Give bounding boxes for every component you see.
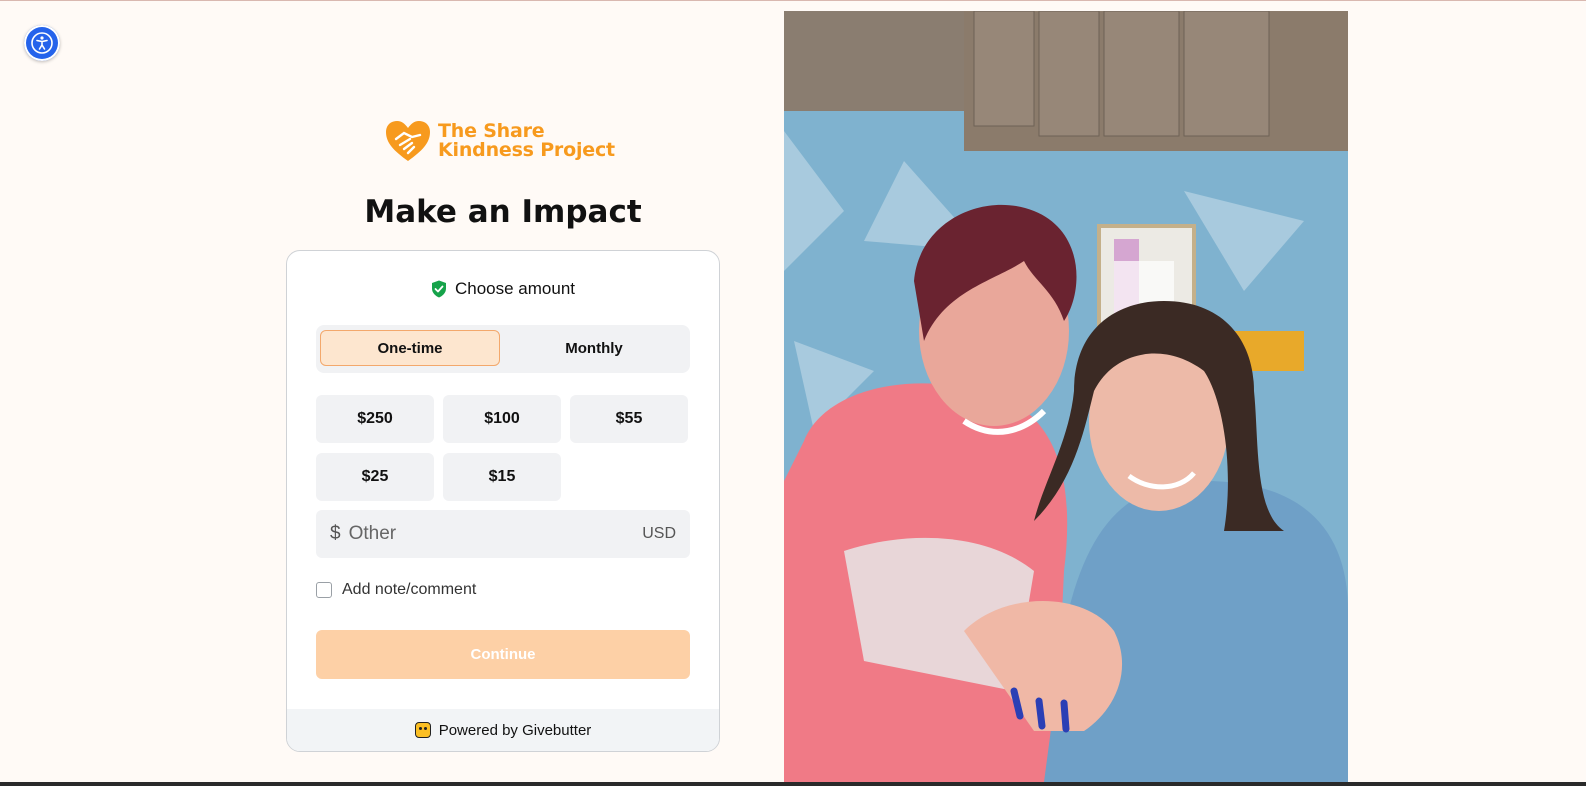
shield-check-icon [431,280,446,298]
add-note-label[interactable]: Add note/comment [342,581,476,599]
choose-amount-label: Choose amount [454,279,576,298]
donation-card: Choose amount One-time Monthly $250 $100… [286,250,720,752]
choose-amount-header: Choose amount [287,279,719,299]
add-note-option[interactable]: Add note/comment [316,581,476,599]
add-note-checkbox[interactable] [316,582,332,598]
currency-code: USD [642,525,676,542]
bottom-divider [0,782,1586,786]
givebutter-icon [414,722,431,738]
accessibility-icon [31,32,53,54]
currency-symbol: $ [330,523,341,544]
amount-option[interactable]: $100 [443,395,561,443]
continue-button[interactable]: Continue [316,630,690,679]
page-title: Make an Impact [364,194,642,230]
monthly-tab[interactable]: Monthly [504,330,684,366]
powered-by-label[interactable]: Powered by Givebutter [439,722,592,739]
brand-line-2: Kindness Project [438,139,615,161]
powered-by-footer[interactable]: Powered by Givebutter [287,709,719,751]
top-divider [0,0,1586,1]
one-time-tab[interactable]: One-time [320,330,500,366]
amount-option[interactable]: $250 [316,395,434,443]
amount-option[interactable]: $25 [316,453,434,501]
heart-handshake-icon [386,121,430,161]
hero-photo [784,11,1348,782]
other-amount-input[interactable] [346,522,621,546]
accessibility-button[interactable] [24,25,60,61]
other-amount-field[interactable]: $ USD [316,510,690,558]
brand-logo: The Share Kindness Project [384,118,624,164]
frequency-toggle: One-time Monthly [316,325,690,373]
photo-illustration [784,11,1348,782]
amount-option[interactable]: $55 [570,395,688,443]
amount-option[interactable]: $15 [443,453,561,501]
